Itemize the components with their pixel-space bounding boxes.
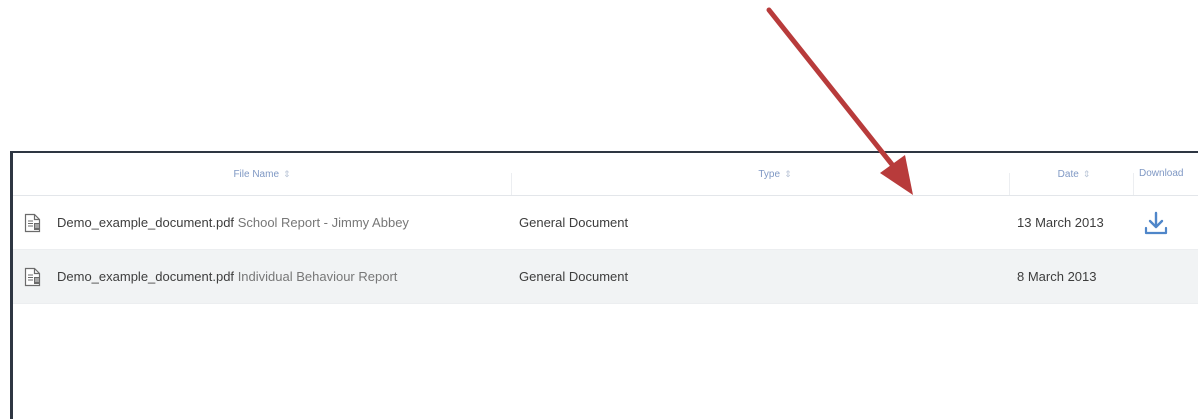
column-header-label: File Name xyxy=(233,169,280,180)
file-name[interactable]: Demo_example_document.pdf xyxy=(57,269,234,284)
document-icon xyxy=(24,267,41,287)
file-name-cell[interactable]: Demo_example_document.pdf School Report … xyxy=(57,196,409,249)
file-date-cell: 13 March 2013 xyxy=(1017,215,1104,230)
table-header: File Name ⇕ Type ⇕ Date ⇕ Download xyxy=(13,153,1198,196)
file-name[interactable]: Demo_example_document.pdf xyxy=(57,215,234,230)
column-header-date[interactable]: Date ⇕ xyxy=(1009,153,1139,195)
column-header-label: Type xyxy=(758,169,781,180)
file-description: School Report - Jimmy Abbey xyxy=(237,215,409,230)
sort-icon[interactable]: ⇕ xyxy=(283,169,291,179)
column-header-download: Download xyxy=(1133,153,1198,195)
table-row[interactable]: Demo_example_document.pdf Individual Beh… xyxy=(13,250,1198,304)
document-icon xyxy=(24,213,41,233)
screenshot-stage: File Name ⇕ Type ⇕ Date ⇕ Download Demo_… xyxy=(0,0,1198,419)
file-type-cell: General Document xyxy=(519,269,629,284)
table-row[interactable]: Demo_example_document.pdf School Report … xyxy=(13,196,1198,250)
file-date-cell: 8 March 2013 xyxy=(1017,269,1097,284)
sort-icon[interactable]: ⇕ xyxy=(1083,169,1091,179)
file-description: Individual Behaviour Report xyxy=(237,269,398,284)
column-header-label: Download xyxy=(1139,168,1184,179)
column-header-file-name[interactable]: File Name ⇕ xyxy=(13,153,511,195)
column-header-label: Date xyxy=(1057,169,1079,180)
file-type-cell: General Document xyxy=(519,215,629,230)
download-icon[interactable] xyxy=(1143,210,1169,236)
sort-icon[interactable]: ⇕ xyxy=(784,169,792,179)
documents-table: File Name ⇕ Type ⇕ Date ⇕ Download Demo_… xyxy=(10,151,1198,419)
column-header-type[interactable]: Type ⇕ xyxy=(511,153,1039,195)
file-name-cell[interactable]: Demo_example_document.pdf Individual Beh… xyxy=(57,250,397,303)
